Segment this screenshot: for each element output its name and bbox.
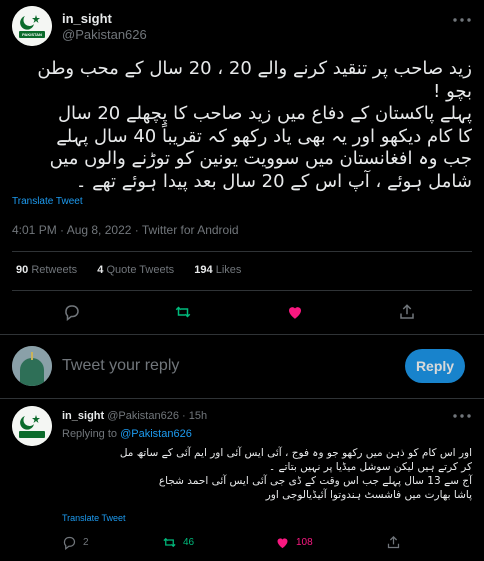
retweets-count: 90 [16, 264, 29, 276]
tweet-text-line: زید صاحب پر تنقید کرنے والے 20 ، 20 سال … [37, 58, 472, 79]
replying-to-prefix: Replying to [62, 428, 118, 440]
retweets-stat[interactable]: 90 Retweets [16, 264, 80, 276]
like-icon[interactable] [285, 302, 305, 322]
reply-text-line: آج سے 13 سال پہلے جب اس وقت کے ڈی جی آئی… [158, 475, 472, 487]
dome-photo-icon [12, 346, 52, 386]
tweet-text-line: پہلے پاکستان کے دفاع میں زید صاحب کا پچھ… [57, 103, 472, 124]
reply-translate-link[interactable]: Translate Tweet [62, 513, 126, 523]
display-name[interactable]: in_sight [62, 11, 112, 26]
reply-handle[interactable]: @Pakistan626 [107, 410, 179, 422]
divider [12, 290, 472, 291]
retweet-count: 46 [183, 536, 195, 548]
share-icon[interactable] [385, 534, 401, 550]
avatar[interactable] [12, 6, 52, 46]
reply-text: اور اس کام کو ذہن میں رکھو جو وہ فوج ، آ… [62, 446, 472, 502]
reply-icon[interactable] [62, 302, 82, 322]
pakistan-badge-icon [12, 6, 52, 46]
divider [0, 398, 484, 399]
reply-header: in_sight @Pakistan626 · 15h [62, 410, 207, 422]
likes-label: Likes [215, 264, 242, 276]
reply-text-line: پاشا بھارت میں فاشسٹ ہندوتوا آئیڈیالوجی … [265, 489, 472, 501]
reply-retweet-action[interactable]: 46 [162, 534, 194, 550]
translate-tweet-link[interactable]: Translate Tweet [12, 196, 83, 207]
tweet-text-line: جب وہ افغانستان میں سوویت یونین کو توڑنے… [49, 148, 472, 169]
reply-avatar[interactable] [12, 406, 52, 446]
tweet-text-line: شامل ہوئے ، آپ اس کے 20 سال بعد پیدا ہوئ… [75, 170, 472, 192]
avatar-badge-label: PAKISTAN [22, 32, 42, 37]
retweet-icon [163, 537, 176, 547]
replying-to: Replying to @Pakistan626 [62, 428, 192, 440]
reply-button[interactable]: Reply [405, 349, 465, 383]
likes-count: 194 [194, 264, 213, 276]
stats-bar: 90 Retweets 4 Quote Tweets 194 Likes [16, 264, 241, 276]
reply-icon [63, 536, 76, 550]
reply-text-line: کر کرتے ہیں لیکن سوشل میڈیا پر نہیں بتات… [268, 461, 472, 473]
reply-reply-action[interactable]: 2 [62, 534, 89, 550]
reply-input[interactable]: Tweet your reply [62, 357, 362, 375]
more-options-icon[interactable] [450, 10, 474, 30]
tweet-text: زید صاحب پر تنقید کرنے والے 20 ، 20 سال … [12, 58, 472, 193]
quotes-count: 4 [97, 264, 104, 276]
tweet-timestamp[interactable]: 4:01 PM · Aug 8, 2022 · Twitter for Andr… [12, 223, 239, 237]
tweet-text-line: بچو ! [433, 80, 472, 102]
reply-like-action[interactable]: 108 [275, 534, 313, 550]
likes-stat[interactable]: 194 Likes [194, 264, 241, 276]
divider [12, 251, 472, 252]
retweets-label: Retweets [31, 264, 78, 276]
like-count: 108 [296, 536, 313, 548]
reply-more-options-icon[interactable] [450, 408, 474, 424]
reply-count: 2 [83, 536, 89, 548]
retweet-icon[interactable] [173, 302, 193, 322]
handle[interactable]: @Pakistan626 [62, 27, 147, 42]
reply-display-name[interactable]: in_sight [62, 410, 104, 422]
divider [0, 334, 484, 335]
quotes-label: Quote Tweets [106, 264, 175, 276]
quotes-stat[interactable]: 4 Quote Tweets [97, 264, 177, 276]
share-icon[interactable] [397, 302, 417, 322]
tweet-text-line: کا کام دیکھو اور یہ بھی یاد رکھو کہ تقری… [56, 125, 472, 147]
reply-time[interactable]: · 15h [182, 410, 207, 422]
reply-text-line: اور اس کام کو ذہن میں رکھو جو وہ فوج ، آ… [119, 447, 472, 459]
replying-to-link[interactable]: @Pakistan626 [120, 428, 192, 440]
pakistan-badge-icon [12, 406, 52, 446]
composer-avatar [12, 346, 52, 386]
like-icon [277, 537, 288, 548]
